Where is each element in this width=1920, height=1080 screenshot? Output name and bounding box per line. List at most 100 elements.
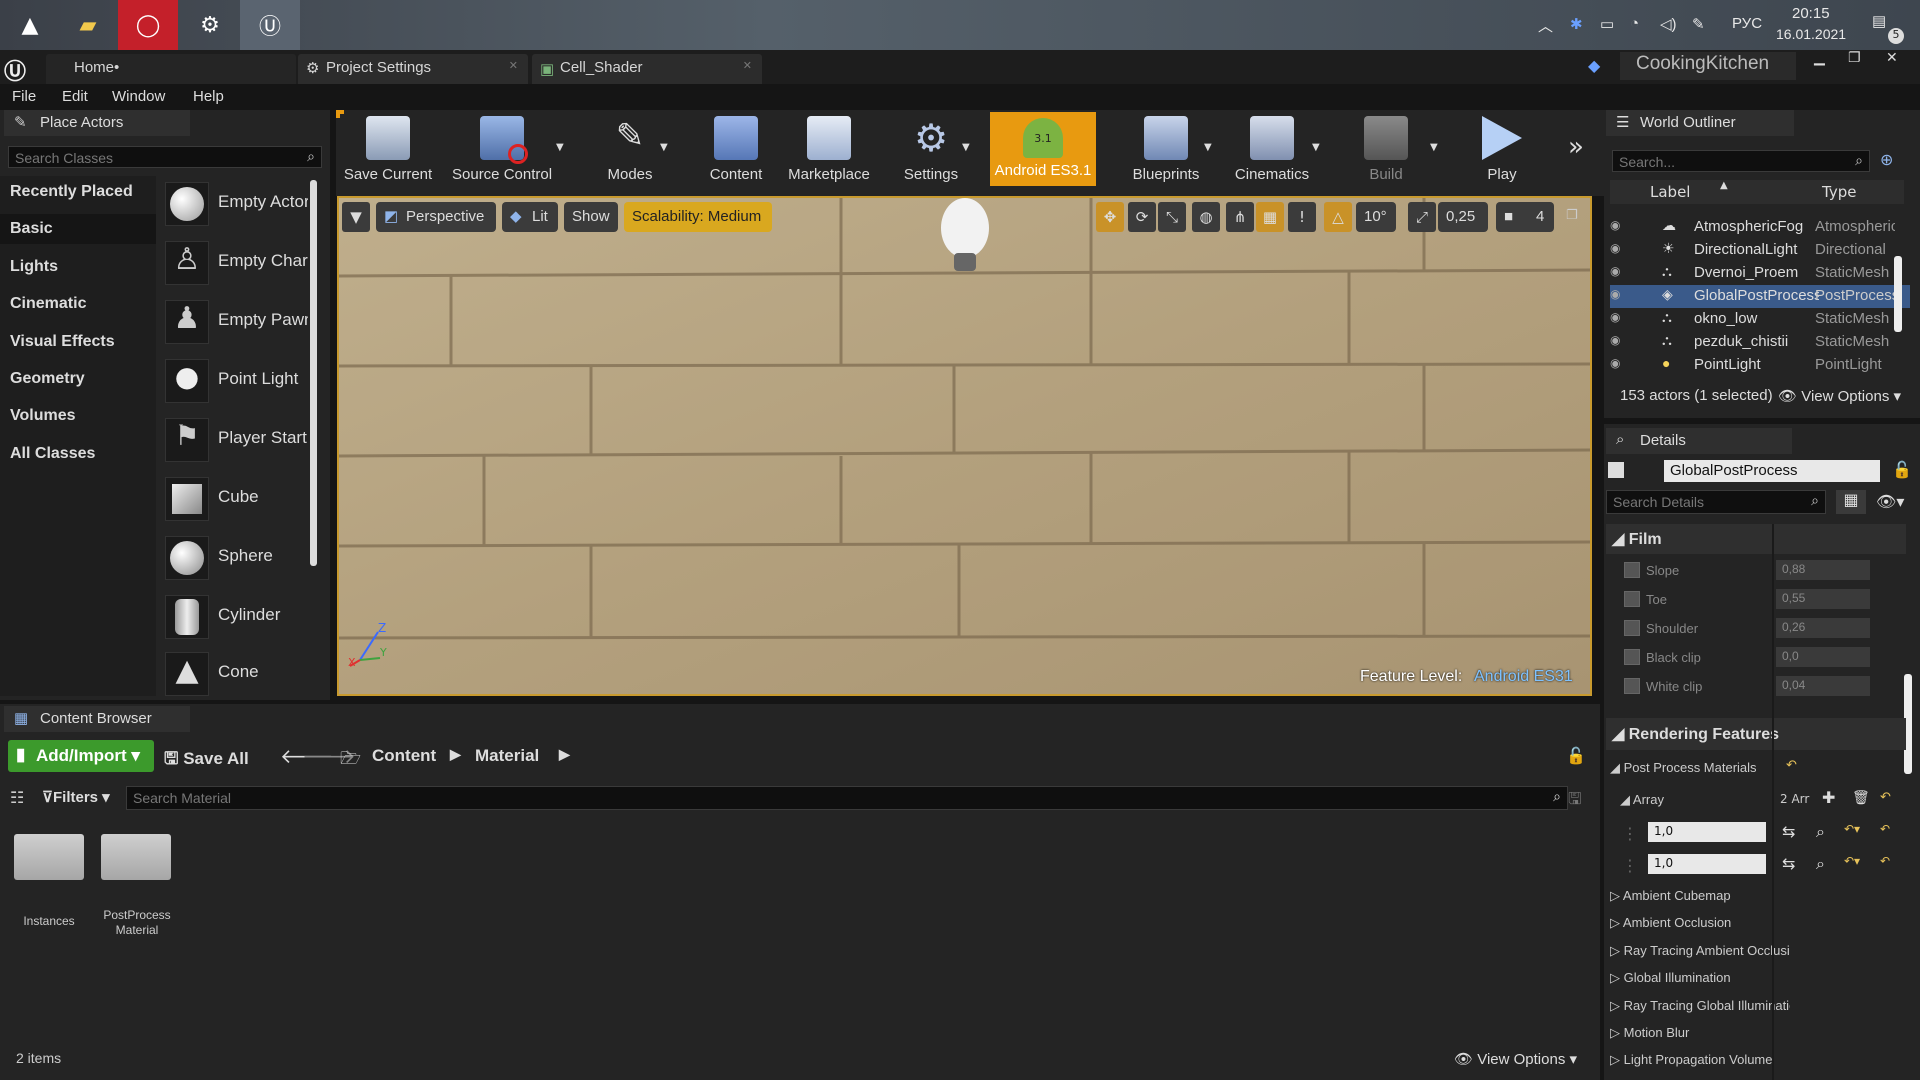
outliner-row[interactable]: ◉ ⛬ okno_low StaticMesh <box>1610 308 1910 331</box>
visibility-eye-icon[interactable]: ◉ <box>1610 333 1620 347</box>
actor-sphere[interactable]: Sphere <box>165 532 305 588</box>
tab-cell-shader[interactable]: ▣ Cell_Shader ✕ <box>532 54 762 84</box>
white-clip-value[interactable]: 0,04 <box>1776 676 1870 696</box>
viewport-options-button[interactable]: ▼ <box>342 202 370 232</box>
rotate-tool-icon[interactable]: ⟳ <box>1128 202 1156 232</box>
language-indicator[interactable]: РУС <box>1732 15 1762 32</box>
unreal-engine-taskbar-icon[interactable]: Ⓤ <box>240 0 300 50</box>
outliner-row[interactable]: ◉ ⛬ Dvernoi_Proem StaticMesh <box>1610 262 1910 285</box>
property-matrix-icon[interactable]: ▦ <box>1836 490 1866 514</box>
menu-edit[interactable]: Edit <box>62 88 88 105</box>
modes-dropdown-icon[interactable]: ▼ <box>660 142 668 153</box>
lock-icon[interactable]: 🔓 <box>1892 460 1912 479</box>
actor-empty-character[interactable]: ♙Empty Character <box>165 237 308 293</box>
black-clip-value[interactable]: 0,0 <box>1776 647 1870 667</box>
scalability-button[interactable]: Scalability: Medium <box>624 202 772 232</box>
toolbar-overflow-icon[interactable]: » <box>1568 132 1584 162</box>
array-element-1[interactable]: 1,0 <box>1648 854 1766 874</box>
opera-browser-icon[interactable]: ◯ <box>118 0 178 50</box>
sources-panel-icon[interactable]: ☷ <box>10 788 24 807</box>
section-ambient-cubemap[interactable]: ▷ Ambient Cubemap <box>1610 888 1790 904</box>
category-recently-placed[interactable]: Recently Placed <box>10 183 133 201</box>
outliner-row[interactable]: ◉ ☀ DirectionalLight Directional <box>1610 239 1910 262</box>
content-button[interactable]: Content <box>688 116 784 188</box>
actor-cone[interactable]: ▲ Cone <box>165 648 305 704</box>
breadcrumb-content[interactable]: Content <box>372 746 436 766</box>
section-ambient-occlusion[interactable]: ▷ Ambient Occlusion <box>1610 915 1790 931</box>
outliner-row[interactable]: ◉ ☁ AtmosphericFog Atmospheric <box>1610 216 1910 239</box>
outliner-scrollbar[interactable] <box>1894 256 1902 332</box>
rotation-snap-value[interactable]: 10° <box>1356 202 1396 232</box>
cinematics-dropdown-icon[interactable]: ▼ <box>1312 142 1320 153</box>
outliner-add-icon[interactable]: ⊕ <box>1880 150 1893 169</box>
search-material-input[interactable]: Search Material ⌕ <box>126 786 1568 810</box>
film-section-header[interactable]: ◢ Film <box>1606 524 1906 554</box>
rotation-snap-icon[interactable]: △ <box>1324 202 1352 232</box>
shoulder-value[interactable]: 0,26 <box>1776 618 1870 638</box>
tab-project-settings[interactable]: ⚙ Project Settings ✕ <box>298 54 528 84</box>
actor-cylinder[interactable]: Cylinder <box>165 591 305 647</box>
tab-home[interactable]: Home• <box>46 54 296 84</box>
folder-instances[interactable] <box>14 830 84 880</box>
category-visual-effects[interactable]: Visual Effects <box>10 333 115 351</box>
search-classes-input[interactable]: Search Classes ⌕ <box>8 146 322 168</box>
folder-postprocess-material[interactable] <box>101 830 171 880</box>
scale-snap-value[interactable]: 0,25 <box>1438 202 1488 232</box>
maximize-icon[interactable]: ❐ <box>1848 50 1861 66</box>
add-import-button[interactable]: ▮ Add/Import ▾ <box>8 740 154 772</box>
settings-dropdown-icon[interactable]: ▼ <box>962 142 970 153</box>
outliner-search-input[interactable]: Search... ⌕ <box>1612 150 1870 172</box>
object-checkbox[interactable] <box>1608 462 1624 478</box>
content-browser-tab[interactable]: ▦ Content Browser <box>4 706 190 732</box>
rendering-features-header[interactable]: ◢ Rendering Features <box>1606 718 1906 750</box>
override-checkbox[interactable] <box>1624 620 1640 636</box>
camera-speed-button[interactable]: ■ 4 <box>1496 202 1554 232</box>
perspective-button[interactable]: ◩ Perspective <box>376 202 496 232</box>
settings-gear-icon[interactable]: ⚙ <box>180 0 240 50</box>
app-logo-icon[interactable]: ▲ <box>0 0 60 50</box>
drag-handle-icon[interactable]: ⋮ <box>1622 824 1638 843</box>
breadcrumb-arrow-icon[interactable]: ▶ <box>559 746 570 763</box>
asset-browse-arrow-icon[interactable]: ⇆ <box>1782 854 1795 873</box>
search-details-input[interactable]: Search Details ⌕ <box>1606 490 1826 514</box>
toe-value[interactable]: 0,55 <box>1776 589 1870 609</box>
override-checkbox[interactable] <box>1624 649 1640 665</box>
android-es31-button[interactable]: 3.1 Android ES3.1 <box>990 112 1096 186</box>
post-process-materials-label[interactable]: ◢ Post Process Materials <box>1610 760 1790 776</box>
minimize-icon[interactable]: ▁ <box>1814 50 1825 66</box>
place-actors-tab[interactable]: ✎ Place Actors <box>4 110 190 136</box>
play-button[interactable]: Play <box>1454 116 1550 188</box>
outliner-row[interactable]: ◉ ⛬ pezduk_chistii StaticMesh <box>1610 331 1910 354</box>
element-options-icon[interactable]: ↶▾ <box>1844 822 1860 836</box>
section-motion-blur[interactable]: ▷ Motion Blur <box>1610 1025 1790 1041</box>
outliner-row-selected[interactable]: ◉ ◈ GlobalPostProcess PostProcess <box>1610 285 1910 308</box>
file-explorer-icon[interactable]: ▰ <box>58 0 118 50</box>
section-global-illumination[interactable]: ▷ Global Illumination <box>1610 970 1790 986</box>
tray-chevron-icon[interactable]: ︿ <box>1538 15 1553 36</box>
override-checkbox[interactable] <box>1624 562 1640 578</box>
marketplace-button[interactable]: Marketplace <box>774 116 884 188</box>
reset-default-icon[interactable]: ↶ <box>1786 758 1797 773</box>
wifi-icon[interactable]: ◔ <box>1630 15 1639 32</box>
details-tab[interactable]: ⌕ Details <box>1606 428 1792 454</box>
array-element-0[interactable]: 1,0 <box>1648 822 1766 842</box>
actor-empty-pawn[interactable]: ♟ Empty Pawn <box>165 296 308 352</box>
show-button[interactable]: Show <box>564 202 618 232</box>
element-options-icon[interactable]: ↶▾ <box>1844 854 1860 868</box>
clock-date[interactable]: 16.01.2021 <box>1776 26 1846 42</box>
outliner-view-options-button[interactable]: 👁 View Options ▾ <box>1778 387 1901 405</box>
save-all-button[interactable]: 🖫 Save All <box>164 746 249 775</box>
unreal-logo-icon[interactable]: Ⓤ <box>4 54 26 86</box>
source-control-dropdown-icon[interactable]: ▼ <box>556 142 564 153</box>
category-cinematic[interactable]: Cinematic <box>10 295 86 313</box>
maximize-viewport-icon[interactable]: ❐ <box>1566 208 1578 223</box>
visibility-eye-icon[interactable]: ◉ <box>1610 287 1620 301</box>
category-all-classes[interactable]: All Classes <box>10 445 95 463</box>
col-type-header[interactable]: Type <box>1822 183 1856 201</box>
category-lights[interactable]: Lights <box>10 258 58 276</box>
actor-cube[interactable]: Cube <box>165 473 305 529</box>
grid-size-value[interactable]: ! <box>1288 202 1316 232</box>
clock-time[interactable]: 20:15 <box>1792 5 1830 22</box>
volume-icon[interactable]: ◁) <box>1660 15 1677 33</box>
tab-close-icon[interactable]: ✕ <box>509 59 518 72</box>
